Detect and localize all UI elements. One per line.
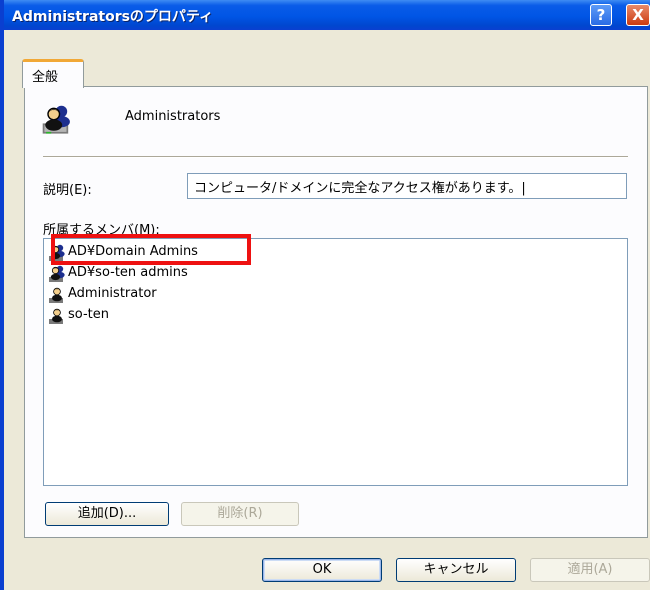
- member-name: AD¥Domain Admins: [68, 244, 198, 259]
- window-title: Administratorsのプロパティ: [12, 9, 214, 25]
- members-label: 所属するメンバ(M):: [43, 223, 160, 238]
- ok-button[interactable]: OK: [262, 558, 382, 582]
- tab-general-label: 全般: [32, 70, 59, 85]
- user-icon: [49, 287, 63, 303]
- title-bar[interactable]: Administratorsのプロパティ ? X: [4, 0, 650, 30]
- member-name: so-ten: [68, 307, 109, 322]
- member-name: AD¥so-ten admins: [68, 265, 188, 280]
- description-field[interactable]: [187, 173, 627, 199]
- cancel-button[interactable]: キャンセル: [396, 558, 516, 582]
- help-icon: ?: [596, 6, 606, 24]
- close-icon: X: [632, 6, 644, 24]
- domain-group-icon: [49, 265, 65, 282]
- apply-button[interactable]: 適用(A): [530, 558, 650, 582]
- separator: [43, 156, 628, 158]
- group-name: Administrators: [125, 109, 221, 124]
- close-button[interactable]: X: [626, 4, 650, 26]
- general-tab-panel: Administrators 説明(E): 所属するメンバ(M): AD¥Dom…: [24, 86, 648, 538]
- member-name: Administrator: [68, 286, 157, 301]
- properties-dialog: Administratorsのプロパティ ? X 全般 Administrato…: [0, 0, 650, 590]
- tab-general[interactable]: 全般: [22, 59, 84, 88]
- group-icon: [42, 105, 70, 134]
- remove-button[interactable]: 削除(R): [181, 502, 299, 526]
- members-list[interactable]: AD¥Domain Admins AD¥so-ten admins Admini…: [43, 238, 628, 486]
- add-button[interactable]: 追加(D)...: [45, 502, 169, 526]
- help-button[interactable]: ?: [590, 4, 612, 26]
- domain-group-icon: [49, 244, 65, 261]
- description-label: 説明(E):: [43, 183, 92, 198]
- user-icon: [49, 308, 63, 324]
